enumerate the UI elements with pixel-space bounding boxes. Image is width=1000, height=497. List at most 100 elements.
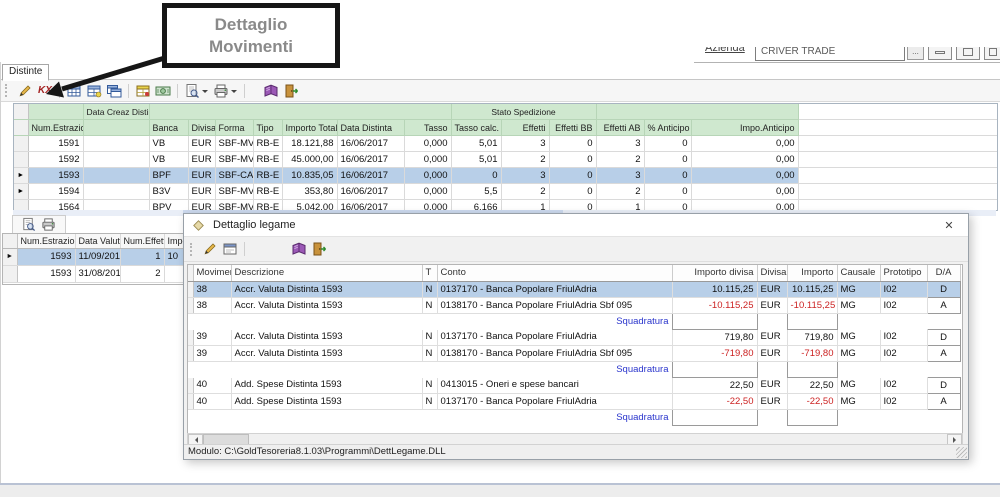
- cell: Accr. Valuta Distinta 1593: [231, 329, 423, 346]
- squadratura-row[interactable]: Squadratura: [188, 361, 960, 378]
- callout-line1: Dettaglio: [214, 15, 288, 35]
- squadratura-row[interactable]: Squadratura: [188, 409, 960, 426]
- movimento-row[interactable]: 38 Accr. Valuta Distinta 1593 N 0137170 - B…: [188, 281, 961, 298]
- col-header[interactable]: Descrizione: [231, 265, 423, 282]
- cell: N: [422, 345, 438, 362]
- col-header[interactable]: Prototipo: [880, 265, 928, 282]
- company-selector[interactable]: CRIVER TRADE: [755, 47, 905, 61]
- col-header[interactable]: Conto: [437, 265, 673, 282]
- dialog-close-icon[interactable]: ✕: [936, 219, 962, 232]
- print-preview-icon[interactable]: [21, 217, 37, 233]
- col-header[interactable]: D/A: [927, 265, 961, 282]
- table-copy-icon[interactable]: [106, 83, 122, 99]
- dettaglio-movimenti-icon[interactable]: [66, 83, 82, 99]
- distinte-row[interactable]: ► 1593 BPF EUR SBF-CA RB-E 10.835,05 16/06/2017…: [14, 167, 997, 184]
- cell: 0: [644, 135, 692, 152]
- tab-distinte[interactable]: Distinte: [2, 64, 50, 81]
- cell: 16/06/2017: [337, 151, 405, 168]
- dialog-titlebar[interactable]: Dettaglio legame ✕: [184, 214, 968, 237]
- cell: A: [926, 345, 961, 362]
- cell: B3V: [149, 183, 189, 200]
- edit-pencil-icon[interactable]: [202, 241, 218, 257]
- row-marker: ►: [3, 248, 18, 266]
- clear-book-icon[interactable]: [291, 241, 307, 257]
- company-more-button[interactable]: ...: [907, 47, 924, 60]
- cell: [231, 313, 422, 330]
- cell: EUR: [188, 167, 216, 184]
- col-header[interactable]: Divisa: [188, 119, 216, 136]
- cell: [880, 313, 927, 330]
- cell: [422, 313, 437, 330]
- cancel-kx-icon[interactable]: KX: [38, 85, 52, 96]
- cell: 11/09/2017: [75, 248, 121, 266]
- cell: [231, 361, 422, 378]
- company-name: CRIVER TRADE: [761, 47, 836, 57]
- dialog-statusbar: Modulo: C:\GoldTesoreria8.1.03\Programmi…: [184, 444, 968, 459]
- col-header[interactable]: Importo Totale: [282, 119, 338, 136]
- movimento-row[interactable]: 38 Accr. Valuta Distinta 1593 N 0138170 - B…: [188, 297, 961, 314]
- cell: [880, 361, 927, 378]
- money-icon[interactable]: [155, 83, 171, 99]
- toolbar-grip[interactable]: [5, 84, 10, 97]
- printer-dropdown-caret[interactable]: [230, 89, 237, 96]
- col-header[interactable]: Movimento: [193, 265, 232, 282]
- col-header[interactable]: Banca: [149, 119, 189, 136]
- exit-door-icon[interactable]: [283, 83, 299, 99]
- col-header[interactable]: Effetti BB: [549, 119, 597, 136]
- cell: -22,50: [672, 393, 758, 410]
- movimento-row[interactable]: 40 Add. Spese Distinta 1593 N 0413015 - One…: [188, 377, 961, 394]
- resize-grip[interactable]: [956, 447, 967, 458]
- cell: 1: [120, 248, 165, 266]
- col-header[interactable]: Importo divisa: [672, 265, 758, 282]
- maximize-button[interactable]: [956, 47, 980, 60]
- exit-door-icon[interactable]: [311, 241, 327, 257]
- clear-book-icon[interactable]: [263, 83, 279, 99]
- col-header[interactable]: Num.Estrazione: [28, 119, 84, 136]
- col-header[interactable]: Num.Effetti: [120, 234, 165, 249]
- col-header[interactable]: Impo.Anticipo: [691, 119, 799, 136]
- squadratura-amount-box: [786, 361, 838, 378]
- col-header[interactable]: Data Distinta: [337, 119, 405, 136]
- printer-icon[interactable]: [213, 83, 229, 99]
- col-header[interactable]: Data Valuta: [75, 234, 121, 249]
- col-header[interactable]: % Anticipo: [644, 119, 692, 136]
- toolbar-grip[interactable]: [190, 242, 195, 256]
- col-header[interactable]: Effetti: [501, 119, 550, 136]
- dialog-title: Dettaglio legame: [213, 219, 296, 231]
- minimize-button[interactable]: [928, 47, 952, 60]
- squadratura-row[interactable]: Squadratura: [188, 313, 960, 330]
- col-header[interactable]: [83, 119, 150, 136]
- table-yellow-icon[interactable]: [135, 83, 151, 99]
- group-header-data-creaz: Data Creaz Distinta: [83, 104, 150, 120]
- col-header[interactable]: Forma: [215, 119, 254, 136]
- cell: -10.115,25: [672, 297, 758, 314]
- preview-dropdown-caret[interactable]: [201, 89, 208, 96]
- distinte-grid-body: 1591 VB EUR SBF-MV RB-E 18.121,88 16/06/2017 0,…: [14, 135, 997, 210]
- movimento-row[interactable]: 40 Add. Spese Distinta 1593 N 0137170 - Ban…: [188, 393, 961, 410]
- col-header[interactable]: Importo: [787, 265, 838, 282]
- col-header[interactable]: Tasso calc.: [451, 119, 502, 136]
- col-header[interactable]: Tasso: [404, 119, 452, 136]
- table-icon[interactable]: [86, 83, 102, 99]
- edit-pencil-icon[interactable]: [17, 83, 33, 99]
- printer-icon[interactable]: [41, 217, 57, 233]
- cell: N: [422, 281, 438, 298]
- col-header[interactable]: T: [422, 265, 438, 282]
- distinte-row[interactable]: ► 1594 B3V EUR SBF-MV RB-E 353,80 16/06/2017 0,0…: [14, 183, 997, 200]
- col-header[interactable]: Divisa: [757, 265, 788, 282]
- col-header[interactable]: Tipo: [253, 119, 283, 136]
- movimento-row[interactable]: 39 Accr. Valuta Distinta 1593 N 0138170 - B…: [188, 345, 961, 362]
- properties-window-icon[interactable]: [222, 241, 238, 257]
- col-header[interactable]: Causale: [837, 265, 881, 282]
- squadratura-label: Squadratura: [437, 313, 672, 330]
- cell: EUR: [757, 393, 788, 410]
- col-header[interactable]: Effetti AB: [596, 119, 645, 136]
- col-header[interactable]: Num.Estrazione: [17, 234, 76, 249]
- close-window-button[interactable]: [984, 47, 1000, 60]
- print-preview-icon[interactable]: [184, 83, 200, 99]
- distinte-row[interactable]: 1592 VB EUR SBF-MV RB-E 45.000,00 16/06/2017 0,…: [14, 151, 997, 168]
- cell: [927, 361, 960, 378]
- movimento-row[interactable]: 39 Accr. Valuta Distinta 1593 N 0137170 - B…: [188, 329, 961, 346]
- cell: [837, 409, 880, 426]
- distinte-row[interactable]: 1591 VB EUR SBF-MV RB-E 18.121,88 16/06/2017 0,…: [14, 135, 997, 152]
